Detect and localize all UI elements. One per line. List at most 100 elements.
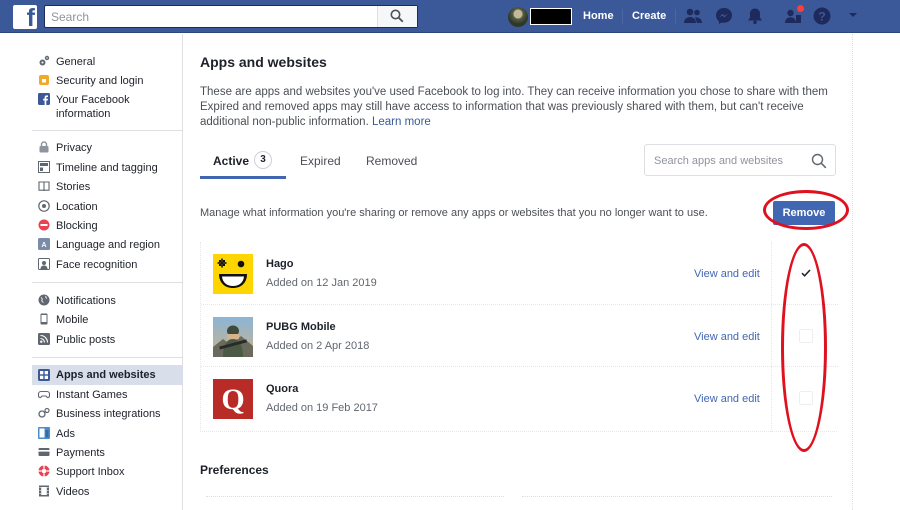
sidebar-item-your-information[interactable]: Your Facebook information bbox=[32, 93, 183, 121]
app-row-pubg-mobile: PUBG Mobile Added on 2 Apr 2018 View and… bbox=[201, 304, 838, 366]
learn-more-link[interactable]: Learn more bbox=[372, 116, 431, 128]
ads-icon bbox=[38, 427, 50, 439]
lock-icon bbox=[39, 141, 49, 153]
apps-and-websites-panel: Apps and websites These are apps and web… bbox=[184, 34, 853, 510]
sidebar-item-label: Ads bbox=[56, 428, 75, 440]
sidebar-divider bbox=[32, 130, 183, 131]
notification-badge bbox=[797, 5, 804, 12]
preferences-heading: Preferences bbox=[200, 463, 269, 477]
hago-logo bbox=[213, 254, 253, 294]
hago-logo-icon bbox=[213, 254, 253, 294]
tab-removed[interactable]: Removed bbox=[366, 154, 417, 168]
sidebar-item-label: Business integrations bbox=[56, 408, 161, 420]
view-and-edit-link[interactable]: View and edit bbox=[694, 331, 760, 343]
avatar bbox=[508, 7, 528, 27]
sidebar-item-label: General bbox=[56, 56, 96, 68]
sidebar-item-label: Payments bbox=[56, 447, 105, 459]
sidebar-item-label: Face recognition bbox=[56, 259, 138, 271]
app-name: PUBG Mobile bbox=[266, 321, 336, 333]
nav-divider bbox=[622, 9, 623, 24]
app-status-tabs: Active 3 Expired Removed bbox=[200, 147, 500, 179]
home-link[interactable]: Home bbox=[583, 10, 614, 22]
app-name: Hago bbox=[266, 258, 294, 270]
lifebuoy-icon bbox=[38, 465, 50, 477]
create-link[interactable]: Create bbox=[632, 10, 666, 22]
apps-search-input[interactable] bbox=[654, 153, 804, 169]
sidebar-item-apps-and-websites[interactable]: Apps and websites bbox=[32, 365, 183, 385]
sidebar-item-label: Instant Games bbox=[56, 389, 128, 401]
svg-text:?: ? bbox=[818, 10, 825, 24]
view-and-edit-link[interactable]: View and edit bbox=[694, 268, 760, 280]
pubg-mobile-logo bbox=[213, 317, 253, 357]
tab-expired[interactable]: Expired bbox=[300, 154, 341, 168]
sidebar-item-label: Privacy bbox=[56, 142, 93, 154]
redacted-username bbox=[530, 8, 572, 25]
pubg-mobile-logo-icon bbox=[213, 317, 253, 357]
sidebar-item-label: Location bbox=[56, 201, 98, 213]
gear-icon bbox=[39, 55, 50, 66]
app-added-date: Added on 19 Feb 2017 bbox=[266, 402, 378, 414]
page-title: Apps and websites bbox=[200, 54, 327, 70]
timeline-icon bbox=[38, 161, 50, 173]
sidebar-item-label: Blocking bbox=[56, 220, 98, 232]
search-icon[interactable] bbox=[811, 153, 827, 169]
app-row-hago: Hago Added on 12 Jan 2019 View and edit bbox=[201, 242, 838, 304]
help-icon[interactable]: ? bbox=[812, 6, 832, 26]
svg-text:A: A bbox=[42, 242, 47, 249]
rss-icon bbox=[38, 333, 50, 345]
gamepad-icon bbox=[38, 390, 50, 398]
face-icon bbox=[38, 258, 50, 270]
quora-logo-icon: Q bbox=[213, 379, 253, 419]
tab-active[interactable]: Active bbox=[213, 154, 249, 168]
active-tab-indicator bbox=[200, 176, 286, 179]
manage-instructions: Manage what information you're sharing o… bbox=[200, 207, 708, 219]
active-count-badge: 3 bbox=[254, 151, 272, 169]
nav-divider bbox=[675, 9, 676, 24]
film-icon bbox=[39, 485, 49, 497]
sidebar-item-label: Your Facebook information bbox=[56, 94, 130, 120]
facebook-icon bbox=[38, 93, 50, 105]
top-navigation-bar: f Home Create ? bbox=[0, 0, 900, 33]
active-apps-list: Hago Added on 12 Jan 2019 View and edit … bbox=[200, 242, 838, 432]
search-input[interactable] bbox=[51, 8, 381, 26]
sidebar-item-label: Videos bbox=[56, 486, 90, 498]
sidebar-item-label: Support Inbox bbox=[56, 466, 125, 478]
sidebar-divider bbox=[32, 282, 183, 283]
payments-icon bbox=[38, 448, 50, 456]
book-icon bbox=[38, 181, 50, 192]
block-icon bbox=[38, 219, 50, 231]
location-icon bbox=[38, 200, 50, 212]
view-and-edit-link[interactable]: View and edit bbox=[694, 393, 760, 405]
svg-text:Q: Q bbox=[221, 383, 244, 416]
tab-label: Active bbox=[213, 154, 250, 168]
sidebar-item-label: Stories bbox=[56, 181, 91, 193]
friends-icon[interactable] bbox=[683, 6, 703, 26]
app-added-date: Added on 12 Jan 2019 bbox=[266, 277, 377, 289]
page-description: These are apps and websites you've used … bbox=[200, 85, 840, 130]
search-icon bbox=[390, 9, 404, 23]
shield-lock-icon bbox=[39, 75, 49, 85]
sidebar-item-label: Public posts bbox=[56, 334, 116, 346]
app-added-date: Added on 2 Apr 2018 bbox=[266, 340, 370, 352]
globe-icon bbox=[38, 294, 50, 306]
annotation-oval-remove bbox=[763, 190, 849, 230]
sidebar-item-label: Notifications bbox=[56, 295, 116, 307]
mobile-icon bbox=[40, 313, 48, 325]
facebook-logo-icon[interactable]: f bbox=[13, 5, 37, 29]
preferences-card bbox=[522, 496, 832, 510]
app-name: Quora bbox=[266, 383, 299, 395]
preferences-card bbox=[206, 496, 504, 510]
search-button[interactable] bbox=[377, 6, 417, 27]
sidebar-item-label: Apps and websites bbox=[56, 369, 156, 381]
sidebar-divider bbox=[32, 357, 183, 358]
sidebar-item-label: Mobile bbox=[56, 314, 89, 326]
apps-icon bbox=[38, 369, 50, 381]
messenger-icon[interactable] bbox=[714, 6, 734, 26]
profile-link[interactable] bbox=[508, 7, 572, 27]
bell-icon[interactable] bbox=[745, 6, 765, 26]
app-row-quora: Q Quora Added on 19 Feb 2017 View and ed… bbox=[201, 366, 838, 428]
quora-logo: Q bbox=[213, 379, 253, 419]
apps-search-box bbox=[644, 144, 836, 176]
chevron-down-icon[interactable] bbox=[846, 8, 860, 22]
sidebar-item-label: Timeline and tagging bbox=[56, 162, 158, 174]
